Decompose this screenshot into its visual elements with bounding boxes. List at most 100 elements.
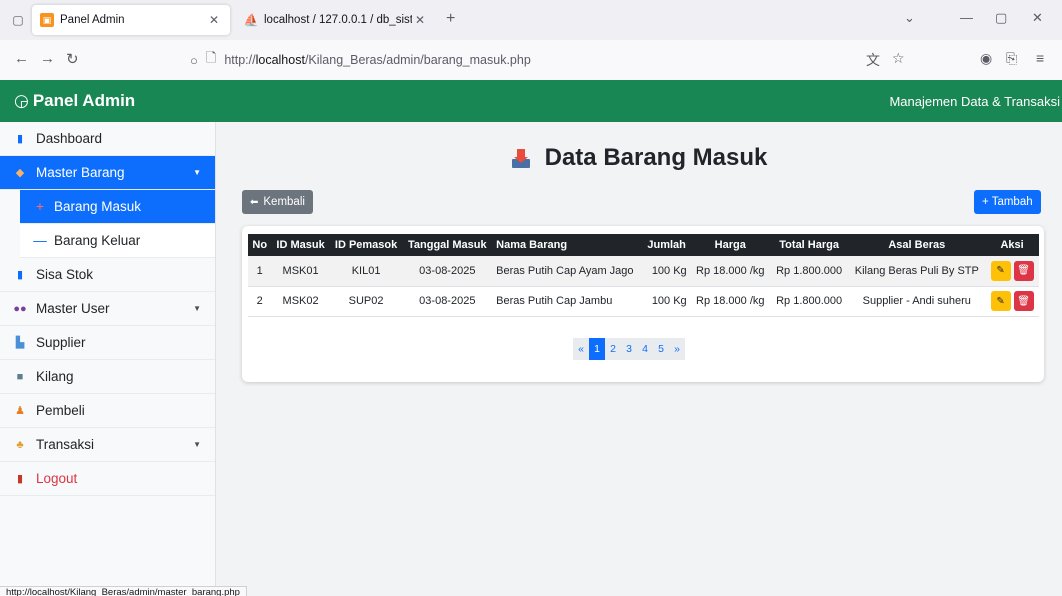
browser-nav-bar: ← → ↻ ○ 🗋 http://localhost/Kilang_Beras/… bbox=[0, 40, 1062, 80]
cell-id-masuk: MSK02 bbox=[271, 286, 330, 317]
main-content: Data Barang Masuk ⬅ Kembali + Tambah No … bbox=[216, 122, 1062, 596]
address-bar[interactable]: ○ 🗋 http://localhost/Kilang_Beras/admin/… bbox=[190, 46, 912, 74]
pagination-next[interactable]: » bbox=[669, 338, 685, 360]
caret-down-icon: ▼ bbox=[193, 168, 201, 177]
sidebar-item-master-barang[interactable]: ◆ Master Barang ▼ bbox=[0, 156, 215, 190]
barang-masuk-table: No ID Masuk ID Pemasok Tanggal Masuk Nam… bbox=[248, 234, 1039, 317]
sidebar-item-barang-masuk[interactable]: + Barang Masuk bbox=[20, 190, 215, 224]
sidebar-item-pembeli[interactable]: ♟ Pembeli bbox=[0, 394, 215, 428]
caret-down-icon: ▼ bbox=[193, 440, 201, 449]
edit-icon[interactable]: ✎ bbox=[990, 291, 1011, 311]
edit-icon[interactable]: ✎ bbox=[990, 260, 1011, 281]
column-header: Jumlah bbox=[642, 234, 691, 256]
trash-icon[interactable]: 🗑 bbox=[1013, 291, 1034, 311]
close-tab-icon[interactable]: ✕ bbox=[412, 13, 428, 27]
extensions-icon[interactable]: ⎘ bbox=[1006, 50, 1017, 67]
data-card: No ID Masuk ID Pemasok Tanggal Masuk Nam… bbox=[242, 226, 1044, 382]
column-header: Nama Barang bbox=[492, 234, 643, 256]
sidebar-item-transaksi[interactable]: ♣ Transaksi ▼ bbox=[0, 428, 215, 462]
sidebar-item-master-user[interactable]: ●● Master User ▼ bbox=[0, 292, 215, 326]
cell-asal-beras: Kilang Beras Puli By STP bbox=[848, 256, 986, 287]
minimize-icon[interactable]: — bbox=[960, 10, 973, 25]
sidebar-item-label: Sisa Stok bbox=[36, 267, 94, 282]
reload-icon[interactable]: ↻ bbox=[66, 50, 79, 68]
pagination-page-2[interactable]: 2 bbox=[605, 338, 621, 360]
sidebar-item-kilang[interactable]: ■ Kilang bbox=[0, 360, 215, 394]
table-header-row: No ID Masuk ID Pemasok Tanggal Masuk Nam… bbox=[248, 234, 1039, 256]
shield-icon[interactable]: ○ bbox=[190, 53, 198, 68]
column-header: Harga bbox=[690, 234, 770, 256]
url-text: http://localhost/Kilang_Beras/admin/bara… bbox=[224, 53, 531, 67]
close-window-icon[interactable]: ✕ bbox=[1032, 10, 1043, 26]
pagination-page-3[interactable]: 3 bbox=[621, 338, 637, 360]
back-button[interactable]: ⬅ Kembali bbox=[242, 190, 313, 214]
cell-nama-barang: Beras Putih Cap Ayam Jago bbox=[492, 256, 643, 287]
users-icon: ●● bbox=[13, 302, 27, 315]
column-header: ID Masuk bbox=[271, 234, 330, 256]
sidebar: ▮ Dashboard ◆ Master Barang ▼ + Barang M… bbox=[0, 122, 216, 596]
restore-icon[interactable]: ▢ bbox=[995, 10, 1007, 26]
tab-title: Panel Admin bbox=[60, 14, 125, 26]
door-icon: ▮ bbox=[16, 473, 24, 485]
menu-icon[interactable]: ≡ bbox=[1036, 50, 1044, 66]
money-bag-icon: ♣ bbox=[16, 438, 24, 451]
cell-total-harga: Rp 1.800.000 bbox=[769, 256, 849, 287]
page-title-text: Data Barang Masuk bbox=[544, 144, 768, 171]
sidebar-item-logout[interactable]: ▮ Logout bbox=[0, 462, 215, 496]
sidebar-item-label: Supplier bbox=[36, 335, 86, 350]
account-icon[interactable]: ◉ bbox=[980, 50, 992, 67]
new-tab-icon[interactable]: + bbox=[446, 10, 455, 28]
page-info-icon[interactable]: 🗋 bbox=[206, 49, 216, 71]
link-status-bar: http://localhost/Kilang_Beras/admin/mast… bbox=[0, 586, 247, 596]
minus-icon: — bbox=[33, 233, 47, 248]
sidebar-item-label: Master Barang bbox=[36, 165, 125, 180]
sidebar-item-label: Dashboard bbox=[36, 131, 103, 146]
table-row: 1 MSK01 KIL01 03-08-2025 Beras Putih Cap… bbox=[248, 256, 1039, 287]
sidebar-item-label: Transaksi bbox=[36, 437, 95, 452]
cell-no: 1 bbox=[248, 256, 272, 287]
close-tab-icon[interactable]: ✕ bbox=[206, 13, 222, 27]
column-header: Total Harga bbox=[769, 234, 849, 256]
cell-actions: ✎ 🗑 bbox=[985, 256, 1039, 287]
cell-tanggal: 03-08-2025 bbox=[402, 286, 493, 317]
browser-tab-panel-admin[interactable]: ▣ Panel Admin ✕ bbox=[32, 5, 230, 35]
cell-total-harga: Rp 1.800.000 bbox=[769, 286, 849, 317]
pagination-page-5[interactable]: 5 bbox=[653, 338, 669, 360]
browser-tab-phpmyadmin[interactable]: ⛵ localhost / 127.0.0.1 / db_sisten ✕ bbox=[236, 5, 436, 35]
back-arrow-icon[interactable]: ← bbox=[14, 50, 29, 67]
sidebar-item-sisa-stok[interactable]: ▮ Sisa Stok bbox=[0, 258, 215, 292]
tab-overflow-chevron-icon[interactable]: ⌄ bbox=[904, 10, 915, 26]
cell-harga: Rp 18.000 /kg bbox=[690, 286, 770, 317]
pagination: « 1 2 3 4 5 » bbox=[573, 338, 685, 360]
column-header: ID Pemasok bbox=[329, 234, 403, 256]
pagination-page-4[interactable]: 4 bbox=[637, 338, 653, 360]
pagination-prev[interactable]: « bbox=[573, 338, 589, 360]
sidebar-item-label: Logout bbox=[36, 471, 78, 486]
people-icon: ♟ bbox=[15, 405, 25, 417]
translate-icon[interactable]: 文 bbox=[866, 50, 880, 70]
column-header: Tanggal Masuk bbox=[402, 234, 493, 256]
pagination-page-1[interactable]: 1 bbox=[589, 338, 605, 360]
cell-nama-barang: Beras Putih Cap Jambu bbox=[492, 286, 643, 317]
brand-title: Panel Admin bbox=[32, 91, 136, 110]
cell-asal-beras: Supplier - Andi suheru bbox=[848, 286, 986, 317]
tab-list-icon[interactable]: ▢ bbox=[8, 10, 28, 30]
topbar-subtitle: Manajemen Data & Transaksi bbox=[889, 93, 1060, 109]
plus-icon: + bbox=[36, 199, 44, 214]
trash-icon[interactable]: 🗑 bbox=[1013, 260, 1034, 281]
cell-harga: Rp 18.000 /kg bbox=[690, 256, 770, 287]
page-title: Data Barang Masuk bbox=[216, 144, 1062, 172]
sidebar-item-dashboard[interactable]: ▮ Dashboard bbox=[0, 122, 215, 156]
brand[interactable]: ◶ Panel Admin bbox=[14, 91, 135, 111]
sidebar-item-barang-keluar[interactable]: — Barang Keluar bbox=[20, 224, 215, 258]
sidebar-item-label: Barang Masuk bbox=[54, 199, 142, 214]
add-button[interactable]: + Tambah bbox=[974, 190, 1041, 214]
column-header: Aksi bbox=[985, 234, 1039, 256]
sidebar-item-supplier[interactable]: ▙ Supplier bbox=[0, 326, 215, 360]
bookmark-star-icon[interactable]: ☆ bbox=[892, 50, 905, 67]
forward-arrow-icon[interactable]: → bbox=[40, 50, 55, 67]
cell-no: 2 bbox=[248, 286, 272, 317]
bar-chart-icon: ▮ bbox=[16, 269, 24, 281]
phpmyadmin-favicon-icon: ⛵ bbox=[243, 13, 259, 27]
gauge-icon: ◶ bbox=[14, 91, 29, 110]
